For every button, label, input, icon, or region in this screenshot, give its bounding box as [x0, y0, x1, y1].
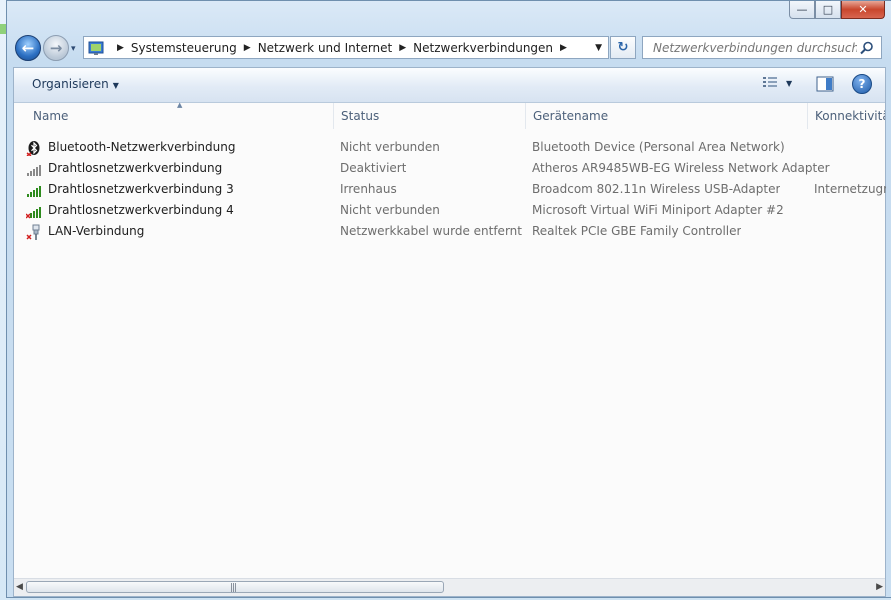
table-row[interactable]: Bluetooth-Netzwerkverbindung Nicht verbu…	[14, 137, 885, 158]
bluetooth-icon	[26, 140, 40, 156]
connection-name-cell: Drahtlosnetzwerkverbindung 4	[26, 200, 234, 221]
maximize-button[interactable]: □	[815, 1, 841, 19]
scroll-left-button[interactable]: ◀	[16, 582, 23, 592]
connection-name-cell: Drahtlosnetzwerkverbindung 3	[26, 179, 234, 200]
connection-name: Drahtlosnetzwerkverbindung 3	[48, 182, 234, 196]
breadcrumb-systemsteuerung[interactable]: Systemsteuerung	[131, 41, 237, 55]
navigation-bar: ← → ▾ ▶ Systemsteuerung ▶ Netzwerk und I…	[7, 33, 891, 63]
window-caption-buttons: — □ ✕	[789, 1, 885, 19]
wireless-signal-green-icon	[27, 185, 41, 197]
connection-device: Microsoft Virtual WiFi Miniport Adapter …	[532, 203, 784, 217]
connection-device: Broadcom 802.11n Wireless USB-Adapter	[532, 182, 781, 196]
connection-status: Nicht verbunden	[340, 140, 440, 154]
organize-label: Organisieren	[32, 77, 109, 91]
preview-pane-button[interactable]	[816, 76, 834, 96]
explorer-window: — □ ✕ ← → ▾ ▶ Systemsteuerung ▶ Netzwerk…	[6, 0, 891, 598]
sort-ascending-icon: ▲	[177, 101, 183, 109]
wireless-signal-gray-icon	[27, 164, 41, 176]
connection-status: Deaktiviert	[340, 161, 407, 175]
connection-connectivity: Internetzugriff	[814, 182, 886, 196]
connection-name: Drahtlosnetzwerkverbindung 4	[48, 203, 234, 217]
table-row[interactable]: Drahtlosnetzwerkverbindung 3 Irrenhaus B…	[14, 179, 886, 200]
search-input[interactable]	[651, 39, 859, 56]
scrollbar-grip-icon: |||	[230, 583, 237, 593]
connection-name-cell: Drahtlosnetzwerkverbindung	[26, 158, 222, 179]
wireless-signal-green-x-icon	[26, 206, 41, 219]
search-box	[642, 36, 882, 59]
column-header-device-name[interactable]: Gerätename	[526, 103, 808, 129]
organize-menu-button[interactable]: Organisieren ▼	[32, 77, 119, 91]
connection-name: Bluetooth-Netzwerkverbindung	[48, 140, 236, 154]
file-list-pane: Organisieren ▼ ▼ ? Name ▲ Status Geräten…	[13, 67, 886, 597]
breadcrumb-netzwerkverbindungen[interactable]: Netzwerkverbindungen	[413, 41, 553, 55]
minimize-button[interactable]: —	[789, 1, 815, 19]
column-header-row: Name ▲ Status Gerätename Konnektivität	[14, 101, 885, 129]
horizontal-scrollbar[interactable]: ◀ ||| ▶	[14, 578, 885, 596]
table-row[interactable]: Drahtlosnetzwerkverbindung Deaktiviert A…	[14, 158, 885, 179]
breadcrumb-netzwerk-und-internet[interactable]: Netzwerk und Internet	[258, 41, 393, 55]
connection-list: Bluetooth-Netzwerkverbindung Nicht verbu…	[14, 137, 886, 242]
breadcrumb-separator[interactable]: ▶	[399, 43, 406, 53]
connection-name-cell: LAN-Verbindung	[26, 221, 144, 242]
table-row[interactable]: Drahtlosnetzwerkverbindung 4 Nicht verbu…	[14, 200, 885, 221]
details-view-icon	[763, 77, 777, 87]
connection-status: Nicht verbunden	[340, 203, 440, 217]
chevron-down-icon[interactable]: ▼	[786, 79, 792, 88]
breadcrumb-separator[interactable]: ▶	[244, 43, 251, 53]
connection-device: Bluetooth Device (Personal Area Network)	[532, 140, 785, 154]
refresh-button[interactable]: ↻	[610, 36, 636, 59]
chevron-down-icon: ▼	[112, 81, 119, 90]
search-icon[interactable]	[859, 40, 875, 56]
scrollbar-thumb[interactable]: |||	[26, 581, 444, 593]
forward-button[interactable]: →	[43, 35, 69, 61]
lan-cable-x-icon	[26, 224, 40, 240]
connection-device: Realtek PCIe GBE Family Controller	[532, 224, 742, 238]
recent-pages-dropdown[interactable]: ▾	[71, 44, 76, 54]
column-header-connectivity[interactable]: Konnektivität	[808, 103, 885, 129]
command-bar: Organisieren ▼ ▼ ?	[14, 68, 885, 103]
back-button[interactable]: ←	[15, 35, 41, 61]
help-button[interactable]: ?	[852, 74, 872, 94]
connection-name: LAN-Verbindung	[48, 224, 145, 238]
connection-name: Drahtlosnetzwerkverbindung	[48, 161, 223, 175]
close-button[interactable]: ✕	[841, 1, 885, 19]
column-header-status[interactable]: Status	[334, 103, 526, 129]
breadcrumb: ▶ Systemsteuerung ▶ Netzwerk und Interne…	[110, 41, 595, 55]
control-panel-icon	[88, 41, 104, 55]
breadcrumb-separator[interactable]: ▶	[117, 43, 124, 53]
address-bar[interactable]: ▶ Systemsteuerung ▶ Netzwerk und Interne…	[83, 36, 609, 59]
connection-status: Netzwerkkabel wurde entfernt	[340, 224, 522, 238]
change-view-button[interactable]: ▼	[762, 76, 792, 90]
connection-status: Irrenhaus	[340, 182, 397, 196]
connection-name-cell: Bluetooth-Netzwerkverbindung	[26, 137, 235, 158]
connection-device: Atheros AR9485WB-EG Wireless Network Ada…	[532, 161, 830, 175]
preview-pane-icon	[816, 76, 834, 92]
address-history-dropdown[interactable]: ▼	[595, 43, 602, 53]
table-row[interactable]: LAN-Verbindung Netzwerkkabel wurde entfe…	[14, 221, 885, 242]
scroll-right-button[interactable]: ▶	[876, 582, 883, 592]
breadcrumb-separator[interactable]: ▶	[560, 43, 567, 53]
